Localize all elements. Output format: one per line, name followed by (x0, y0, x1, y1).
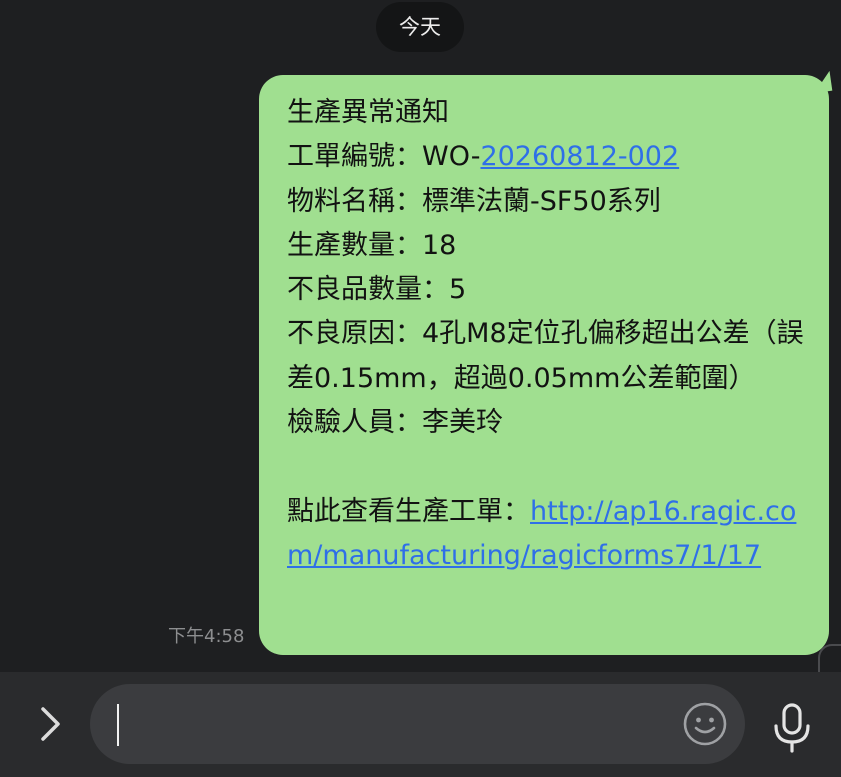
material-line: 物料名稱：標準法蘭-SF50系列 (287, 185, 661, 217)
date-divider: 今天 (376, 2, 464, 52)
chevron-right-icon (41, 707, 60, 741)
message-title: 生產異常通知 (287, 97, 449, 128)
chat-area: 今天 生產異常通知 工單編號：WO-20260812-002 物料名稱：標準法蘭… (0, 0, 841, 672)
quantity-line: 生產數量：18 (287, 229, 457, 261)
inspector-line: 檢驗人員：李美玲 (287, 407, 503, 439)
work-order-number-link[interactable]: 20260812-002 (480, 141, 679, 172)
input-bar (0, 672, 841, 777)
emoji-button[interactable] (682, 701, 728, 747)
emoji-icon (683, 702, 727, 746)
expand-menu-button[interactable] (28, 702, 72, 746)
work-order-line: 工單編號：WO-20260812-002 (287, 135, 817, 179)
defect-reason-line: 不良原因：4孔M8定位孔偏移超出公差（誤差0.15mm，超過0.05mm公差範圍… (287, 318, 804, 394)
message-timestamp: 下午4:58 (168, 626, 245, 647)
text-caret (117, 704, 119, 746)
defect-quantity-line: 不良品數量：5 (287, 274, 467, 306)
message-input[interactable] (90, 684, 745, 764)
view-prompt: 點此查看生產工單： (287, 495, 530, 527)
voice-input-button[interactable] (770, 702, 814, 754)
work-order-label: 工單編號：WO- (287, 141, 481, 173)
view-link-line: 點此查看生產工單：http://ap16.ragic.com/manufactu… (287, 490, 817, 579)
microphone-icon (774, 703, 810, 753)
message-bubble[interactable]: 生產異常通知 工單編號：WO-20260812-002 物料名稱：標準法蘭-SF… (259, 75, 829, 655)
